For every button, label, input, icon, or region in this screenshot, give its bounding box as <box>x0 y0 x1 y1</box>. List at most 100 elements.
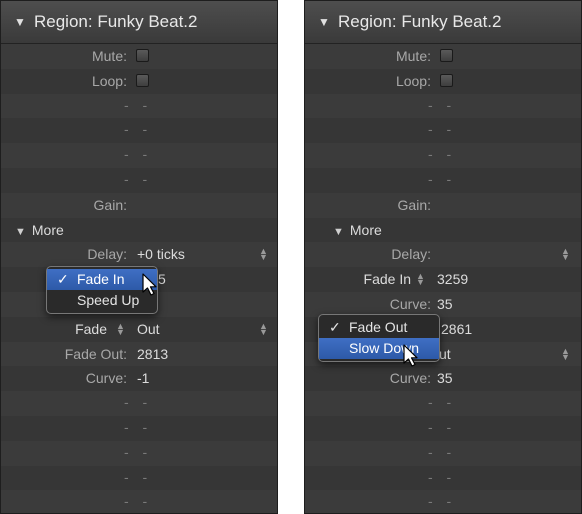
menu-item-label: Fade In <box>77 271 125 287</box>
empty-param-row: - - <box>1 490 277 513</box>
menu-item-fade-in[interactable]: ✓ Fade In <box>47 269 157 290</box>
fade-in-label[interactable]: Fade In <box>364 271 411 287</box>
fade-in-value[interactable]: 3259 <box>437 271 468 287</box>
step-down-icon: ▼ <box>259 326 268 337</box>
mouse-pointer-icon <box>403 344 418 367</box>
curve-row: Curve: 35 <box>305 366 581 392</box>
more-label: More <box>349 221 382 238</box>
fade-out-row: Fade Out: 2813 <box>1 341 277 367</box>
loop-row: Loop: <box>305 68 581 94</box>
step-down-icon: ▼ <box>416 277 425 288</box>
region-inspector-left: ▼ Region: Funky Beat.2 Mute: Loop: - - -… <box>0 0 278 514</box>
checkmark-icon: ✓ <box>57 271 69 287</box>
fade-type-value[interactable]: ut <box>439 346 451 362</box>
fade-type-stepper-icon[interactable]: ▲ ▼ <box>116 321 125 337</box>
region-inspector-right: ▼ Region: Funky Beat.2 Mute: Loop: - - -… <box>304 0 582 514</box>
delay-label: Delay: <box>87 246 127 263</box>
delay-row: Delay: ▲ ▼ <box>305 242 581 268</box>
delay-value[interactable]: +0 ticks <box>137 246 185 262</box>
empty-value: - - <box>124 96 153 113</box>
empty-param-row: - - <box>1 465 277 491</box>
empty-value: - - <box>428 170 457 187</box>
empty-value: - - <box>124 121 153 138</box>
empty-value: - - <box>124 170 153 187</box>
empty-param-row: - - <box>305 465 581 491</box>
fade-in-stepper-icon[interactable]: ▲ ▼ <box>416 272 425 288</box>
empty-value: - - <box>428 443 457 460</box>
empty-param-row: - - <box>305 93 581 119</box>
fade-type-value[interactable]: Out <box>137 321 160 337</box>
empty-param-row: - - <box>305 490 581 513</box>
region-title: Region: Funky Beat.2 <box>338 12 502 31</box>
obscured-value: 5 <box>158 271 166 288</box>
loop-label: Loop: <box>395 72 431 89</box>
delay-label: Delay: <box>391 246 431 263</box>
disclosure-triangle-icon: ▼ <box>333 225 344 238</box>
empty-param-row: - - <box>1 167 277 193</box>
curve-value[interactable]: 35 <box>437 370 453 386</box>
fade-type-label[interactable]: Fade <box>75 321 107 337</box>
mute-row: Mute: <box>305 44 581 69</box>
empty-param-row: - - <box>1 118 277 144</box>
empty-param-row: - - <box>1 415 277 441</box>
curve-label: Curve: <box>389 295 431 312</box>
loop-label: Loop: <box>91 72 127 89</box>
empty-value: - - <box>124 443 153 460</box>
empty-value: - - <box>124 493 153 510</box>
empty-param-row: - - <box>305 143 581 168</box>
mouse-pointer-icon <box>142 273 157 296</box>
mute-checkbox[interactable] <box>136 49 149 62</box>
step-down-icon: ▼ <box>561 351 570 362</box>
disclosure-triangle-icon: ▼ <box>15 225 26 238</box>
mute-row: Mute: <box>1 44 277 69</box>
more-section-toggle[interactable]: ▼ More <box>15 222 64 238</box>
region-header[interactable]: ▼ Region: Funky Beat.2 <box>1 1 277 44</box>
curve-value[interactable]: 35 <box>437 296 453 312</box>
empty-value: - - <box>428 394 457 411</box>
fade-value-stepper-icon[interactable]: ▲ ▼ <box>561 346 570 362</box>
loop-checkbox[interactable] <box>136 73 149 87</box>
empty-param-row: - - <box>1 440 277 466</box>
empty-param-row: - - <box>305 415 581 441</box>
loop-checkbox[interactable] <box>440 73 453 87</box>
empty-param-row: - - <box>305 167 581 193</box>
empty-value: - - <box>124 418 153 435</box>
disclosure-triangle-icon[interactable]: ▼ <box>318 15 330 29</box>
gain-label: Gain: <box>93 196 127 213</box>
step-down-icon: ▼ <box>116 326 125 337</box>
empty-param-row: - - <box>305 118 581 144</box>
region-header[interactable]: ▼ Region: Funky Beat.2 <box>305 1 581 44</box>
empty-value: - - <box>124 394 153 411</box>
menu-item-slow-down[interactable]: Slow Down <box>319 338 439 359</box>
empty-param-row: - - <box>1 391 277 416</box>
menu-item-fade-out[interactable]: ✓ Fade Out <box>319 317 439 338</box>
region-title: Region: Funky Beat.2 <box>34 12 198 31</box>
gain-row: Gain: <box>1 192 277 218</box>
mute-checkbox[interactable] <box>440 49 453 62</box>
more-section-row[interactable]: ▼ More <box>1 217 277 243</box>
fade-in-row: Fade In ▲ ▼ 3259 <box>305 267 581 292</box>
curve-value[interactable]: -1 <box>137 370 149 386</box>
obscured-value: 2861 <box>441 320 473 337</box>
step-down-icon: ▼ <box>259 252 268 263</box>
delay-stepper-icon[interactable]: ▲ ▼ <box>259 247 268 263</box>
delay-stepper-icon[interactable]: ▲ ▼ <box>561 247 570 262</box>
menu-item-speed-up[interactable]: Speed Up <box>47 290 157 311</box>
disclosure-triangle-icon[interactable]: ▼ <box>14 15 26 29</box>
empty-value: - - <box>428 468 457 485</box>
fade-value-stepper-icon[interactable]: ▲ ▼ <box>259 321 268 337</box>
more-label: More <box>31 221 64 238</box>
empty-param-row: - - <box>1 143 277 168</box>
empty-param-row: - - <box>305 391 581 416</box>
fade-out-value[interactable]: 2813 <box>137 346 168 362</box>
fade-type-row: Fade ▲ ▼ Out ▲ ▼ <box>1 316 277 342</box>
curve-label: Curve: <box>85 370 127 387</box>
more-section-row[interactable]: ▼ More <box>305 217 581 243</box>
mute-label: Mute: <box>395 48 431 64</box>
empty-value: - - <box>428 121 457 138</box>
empty-value: - - <box>428 418 457 435</box>
loop-row: Loop: <box>1 68 277 94</box>
gain-row: Gain: <box>305 192 581 218</box>
more-section-toggle[interactable]: ▼ More <box>333 222 382 238</box>
delay-row: Delay: +0 ticks ▲ ▼ <box>1 242 277 268</box>
